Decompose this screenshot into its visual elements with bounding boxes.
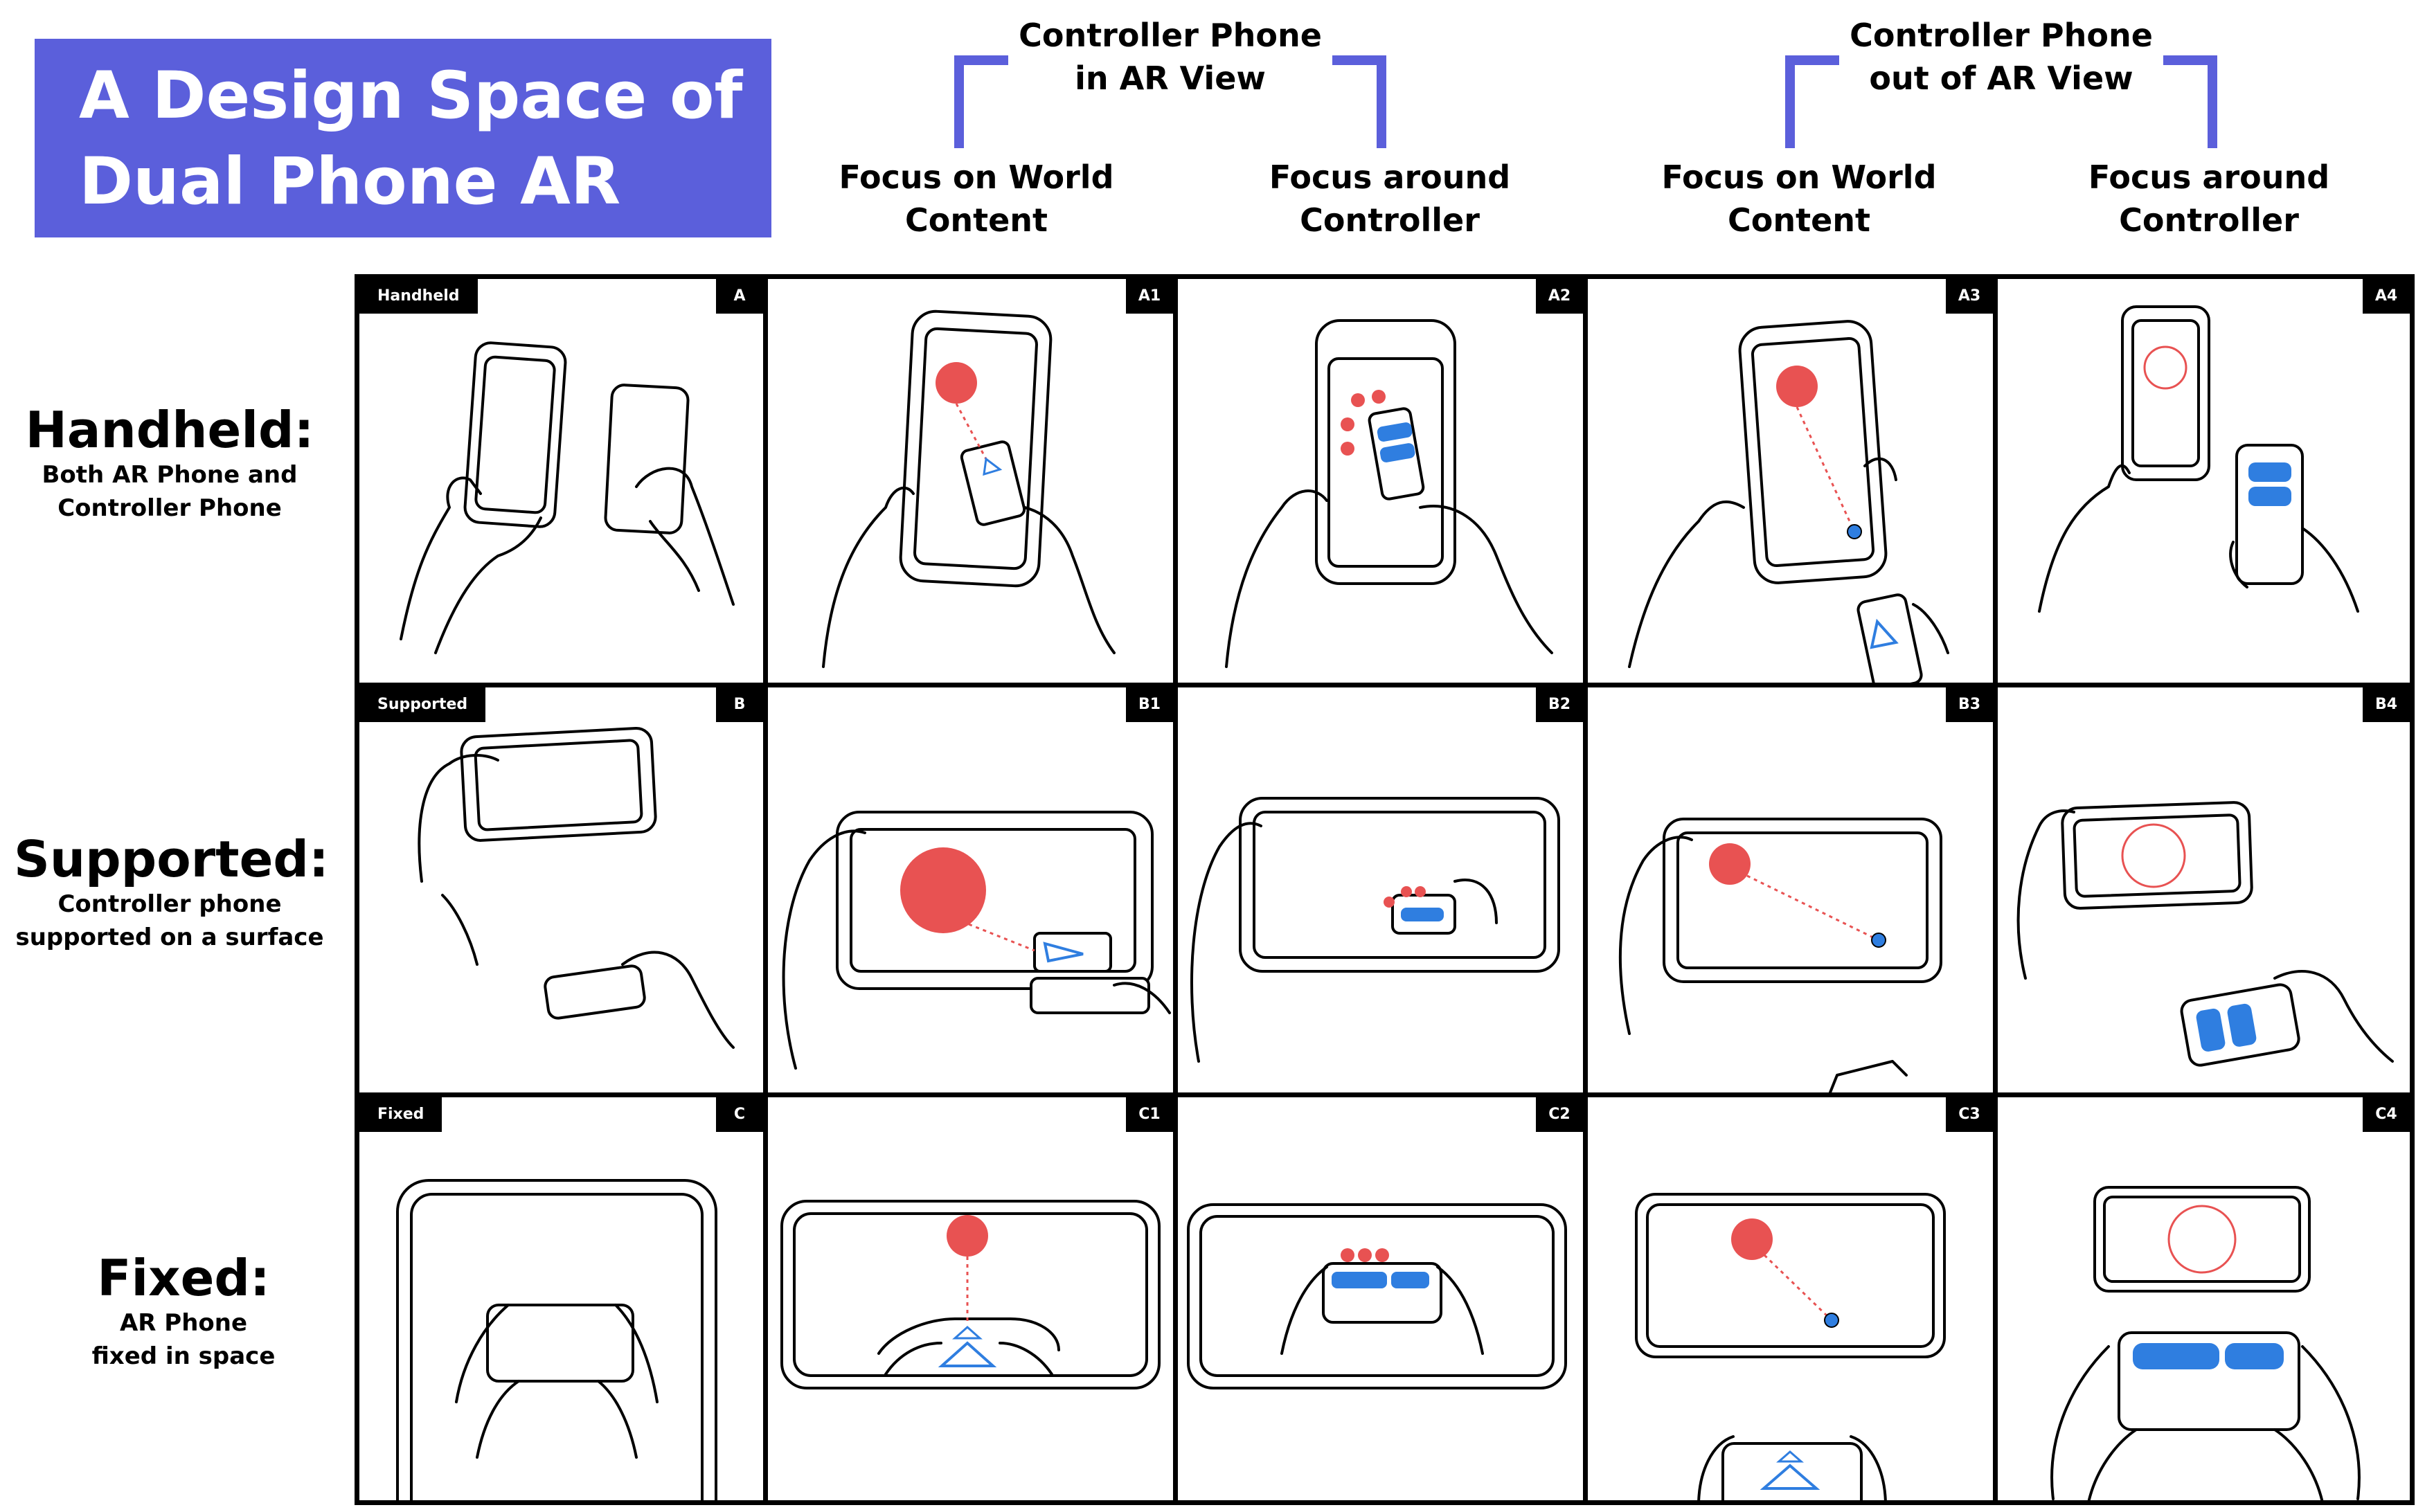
column-group-in-ar-view: Controller Phone in AR View [963, 14, 1378, 100]
title-banner: A Design Space of Dual Phone AR [35, 39, 771, 237]
cell-id: A3 [1946, 279, 1993, 314]
row-subtitle: fixed in space [91, 1342, 276, 1370]
illustration-c1 [780, 1200, 1161, 1389]
cell-id: A [716, 279, 763, 314]
column-header-line: Focus around [2088, 159, 2330, 196]
cell-id: B3 [1946, 687, 1993, 722]
cell-b1: B1 [768, 687, 1173, 1092]
cell-id: C1 [1126, 1097, 1173, 1132]
title-line-2: Dual Phone AR [79, 144, 621, 219]
cell-c1: C1 [768, 1097, 1173, 1500]
cell-a: Handheld A [359, 279, 763, 683]
column-header-2: Focus around Controller [1217, 156, 1563, 242]
row-title-text: Handheld: [25, 401, 314, 459]
column-group-line: Controller Phone [1019, 17, 1322, 54]
illustration-c2 [1187, 1203, 1567, 1389]
cell-id: C4 [2363, 1097, 2410, 1132]
illustration-a2 [1225, 319, 1553, 668]
cell-a2: A2 [1178, 279, 1583, 683]
illustration-b1 [782, 811, 1171, 1070]
column-header-3: Focus on World Content [1626, 156, 1972, 242]
cell-id: C [716, 1097, 763, 1132]
design-space-grid: Handheld A A1 A2 A3 A4 Supported B B1 B2… [355, 274, 2415, 1505]
row-title-handheld: Handheld: Both AR Phone and Controller P… [14, 402, 325, 525]
cell-id: A4 [2363, 279, 2410, 314]
row-title-fixed: Fixed: AR Phone fixed in space [28, 1250, 339, 1373]
column-group-line: out of AR View [1869, 60, 2133, 97]
cell-id: B [716, 687, 763, 722]
cell-a1: A1 [768, 279, 1173, 683]
cell-id: B4 [2363, 687, 2410, 722]
cell-id: A2 [1536, 279, 1583, 314]
cell-id: B2 [1536, 687, 1583, 722]
cell-b3: B3 [1588, 687, 1993, 1092]
column-header-line: Controller [1300, 201, 1480, 239]
cell-a4: A4 [1998, 279, 2410, 683]
cell-label: Handheld [359, 279, 478, 314]
title-line-1: A Design Space of [79, 58, 743, 134]
cell-id: B1 [1126, 687, 1173, 722]
cell-label: Supported [359, 687, 486, 722]
cell-label: Fixed [359, 1097, 442, 1132]
row-subtitle: Both AR Phone and [42, 461, 298, 489]
column-header-line: Focus around [1269, 159, 1511, 196]
row-title-supported: Supported: Controller phone supported on… [14, 830, 329, 954]
row-title-text: Fixed: [97, 1249, 270, 1307]
illustration-a1 [822, 309, 1116, 668]
column-header-line: Focus on World [1661, 159, 1937, 196]
column-header-line: Content [1727, 201, 1871, 239]
row-title-text: Supported: [14, 830, 329, 888]
column-header-4: Focus around Controller [2036, 156, 2382, 242]
row-subtitle: Controller phone [57, 890, 282, 918]
column-group-line: Controller Phone [1850, 17, 2153, 54]
cell-b2: B2 [1178, 687, 1583, 1092]
illustration-supported [418, 727, 735, 1049]
illustration-c4 [2050, 1186, 2361, 1500]
cell-b: Supported B [359, 687, 763, 1092]
cell-id: C2 [1536, 1097, 1583, 1132]
illustration-b2 [1190, 797, 1560, 1063]
column-group-out-of-ar-view: Controller Phone out of AR View [1793, 14, 2209, 100]
illustration-a4 [2038, 305, 2359, 613]
illustration-b4 [2016, 801, 2394, 1067]
column-header-line: Content [904, 201, 1048, 239]
illustration-b3 [1618, 818, 1942, 1092]
cell-a3: A3 [1588, 279, 1993, 683]
column-header-1: Focus on World Content [803, 156, 1149, 242]
cell-c2: C2 [1178, 1097, 1583, 1500]
row-subtitle: Controller Phone [57, 494, 282, 522]
illustration-c3 [1635, 1193, 1946, 1500]
cell-id: A1 [1126, 279, 1173, 314]
cell-c: Fixed C [359, 1097, 763, 1500]
illustration-a3 [1628, 320, 1949, 683]
column-header-line: Focus on World [839, 159, 1114, 196]
cell-c3: C3 [1588, 1097, 1993, 1500]
cell-c4: C4 [1998, 1097, 2410, 1500]
illustration-handheld [400, 341, 735, 654]
column-group-line: in AR View [1075, 60, 1266, 97]
illustration-fixed [396, 1179, 717, 1500]
row-subtitle: AR Phone [119, 1309, 248, 1337]
column-header-line: Controller [2119, 201, 2299, 239]
cell-id: C3 [1946, 1097, 1993, 1132]
row-subtitle: supported on a surface [15, 924, 324, 951]
cell-b4: B4 [1998, 687, 2410, 1092]
